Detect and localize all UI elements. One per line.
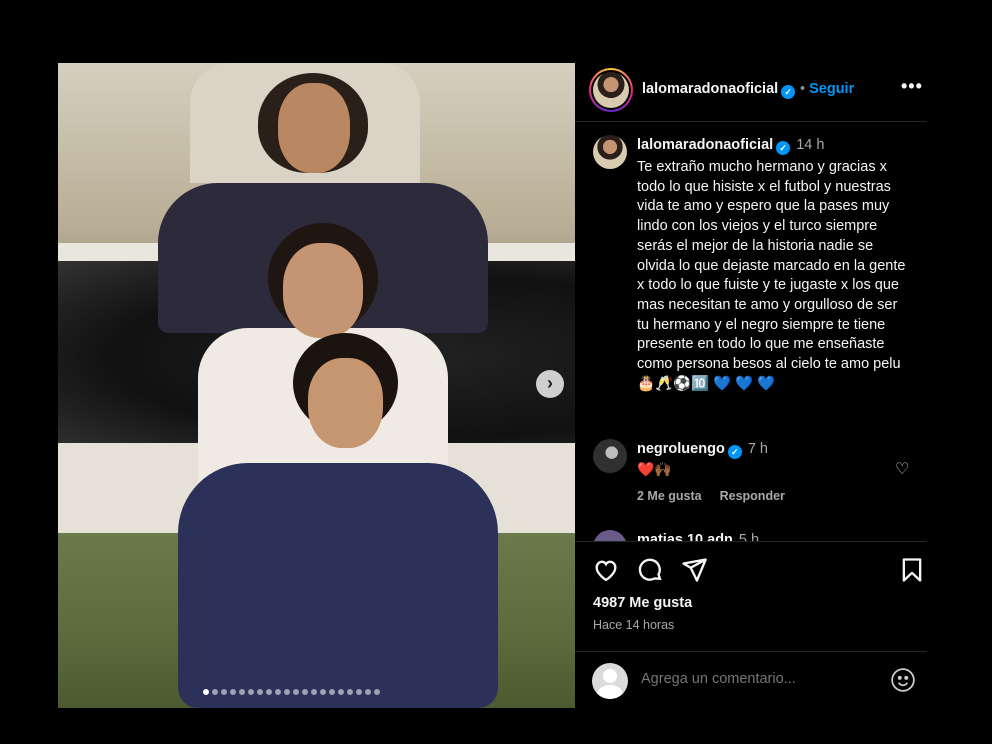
comment-text: ❤️🙌🏾 [637,461,672,477]
comment-like-icon[interactable]: ♡ [895,459,909,479]
action-bar: 4987 Me gusta Hace 14 horas [575,541,927,639]
add-comment-bar [575,651,927,708]
carousel-dot [374,689,380,695]
carousel-dot [347,689,353,695]
more-options-icon[interactable]: ••• [901,76,923,97]
author-handle-text[interactable]: lalomaradonaoficial [642,81,778,97]
caption-time: 14 h [796,137,825,153]
carousel-dot [221,689,227,695]
carousel-dot [293,689,299,695]
emoji-icon[interactable] [890,667,916,693]
carousel-dot [248,689,254,695]
carousel-dot [356,689,362,695]
carousel-dot [203,689,209,695]
carousel-dot [266,689,272,695]
image-person-4-body [178,463,498,708]
carousel-dot [365,689,371,695]
caption-avatar[interactable] [593,135,627,169]
comment-input[interactable] [641,671,871,687]
caption-handle[interactable]: lalomaradonaoficial [637,137,773,153]
carousel-next-button[interactable]: › [536,370,564,398]
likes-count[interactable]: 4987 Me gusta [593,595,692,611]
carousel-dot [329,689,335,695]
comment-meta: 2 Me gusta Responder [637,489,785,503]
image-person-1-face [278,83,350,173]
heart-icon[interactable] [592,556,620,584]
comment-icon[interactable] [636,556,664,584]
comments-list[interactable]: lalomaradonaoficial ✓ 14 h Te extraño much… [575,123,927,541]
carousel-dot [257,689,263,695]
bookmark-icon[interactable] [898,556,926,584]
carousel-dot [284,689,290,695]
verified-badge-icon: ✓ [781,85,796,99]
comment-header: matias.10.adn 5 h [637,532,759,541]
carousel-dot [275,689,281,695]
comment-time: 5 h [738,532,760,541]
carousel-dot [320,689,326,695]
image-person-2-face [283,243,363,338]
follow-separator: • [800,81,806,97]
share-icon[interactable] [680,556,708,584]
caption-header: lalomaradonaoficial ✓ 14 h [637,137,824,155]
carousel-dot [212,689,218,695]
carousel-dot [302,689,308,695]
post-timestamp[interactable]: Hace 14 horas [593,618,674,632]
comment-time: 7 h [747,441,768,457]
post-panel: lalomaradonaoficial ✓ • Seguir ••• laloma… [575,63,927,708]
comment-avatar[interactable] [593,530,627,541]
carousel-dot [338,689,344,695]
carousel-dot [239,689,245,695]
follow-button[interactable]: Seguir [809,81,854,97]
verified-badge-icon: ✓ [727,445,742,459]
carousel-dot [311,689,317,695]
verified-badge-icon: ✓ [776,141,791,155]
post-image[interactable] [58,63,575,708]
comment-header: negroluengo ✓ 7 h [637,441,768,459]
current-user-avatar [592,663,628,699]
author-handle[interactable]: lalomaradonaoficial ✓ [642,81,796,99]
carousel-dots [203,689,380,697]
comment-handle[interactable]: negroluengo [637,441,725,457]
author-avatar[interactable] [589,68,633,112]
carousel-dot [230,689,236,695]
caption-text: Te extraño mucho hermano y gracias x tod… [637,159,906,392]
comment-reply-button[interactable]: Responder [720,489,785,503]
post-header: lalomaradonaoficial ✓ • Seguir ••• [575,63,927,122]
image-person-3-face [308,358,383,448]
follow-area: • Seguir [800,81,854,97]
comment-avatar[interactable] [593,439,627,473]
comment-likes[interactable]: 2 Me gusta [637,489,702,503]
comment-handle[interactable]: matias.10.adn [637,532,733,541]
